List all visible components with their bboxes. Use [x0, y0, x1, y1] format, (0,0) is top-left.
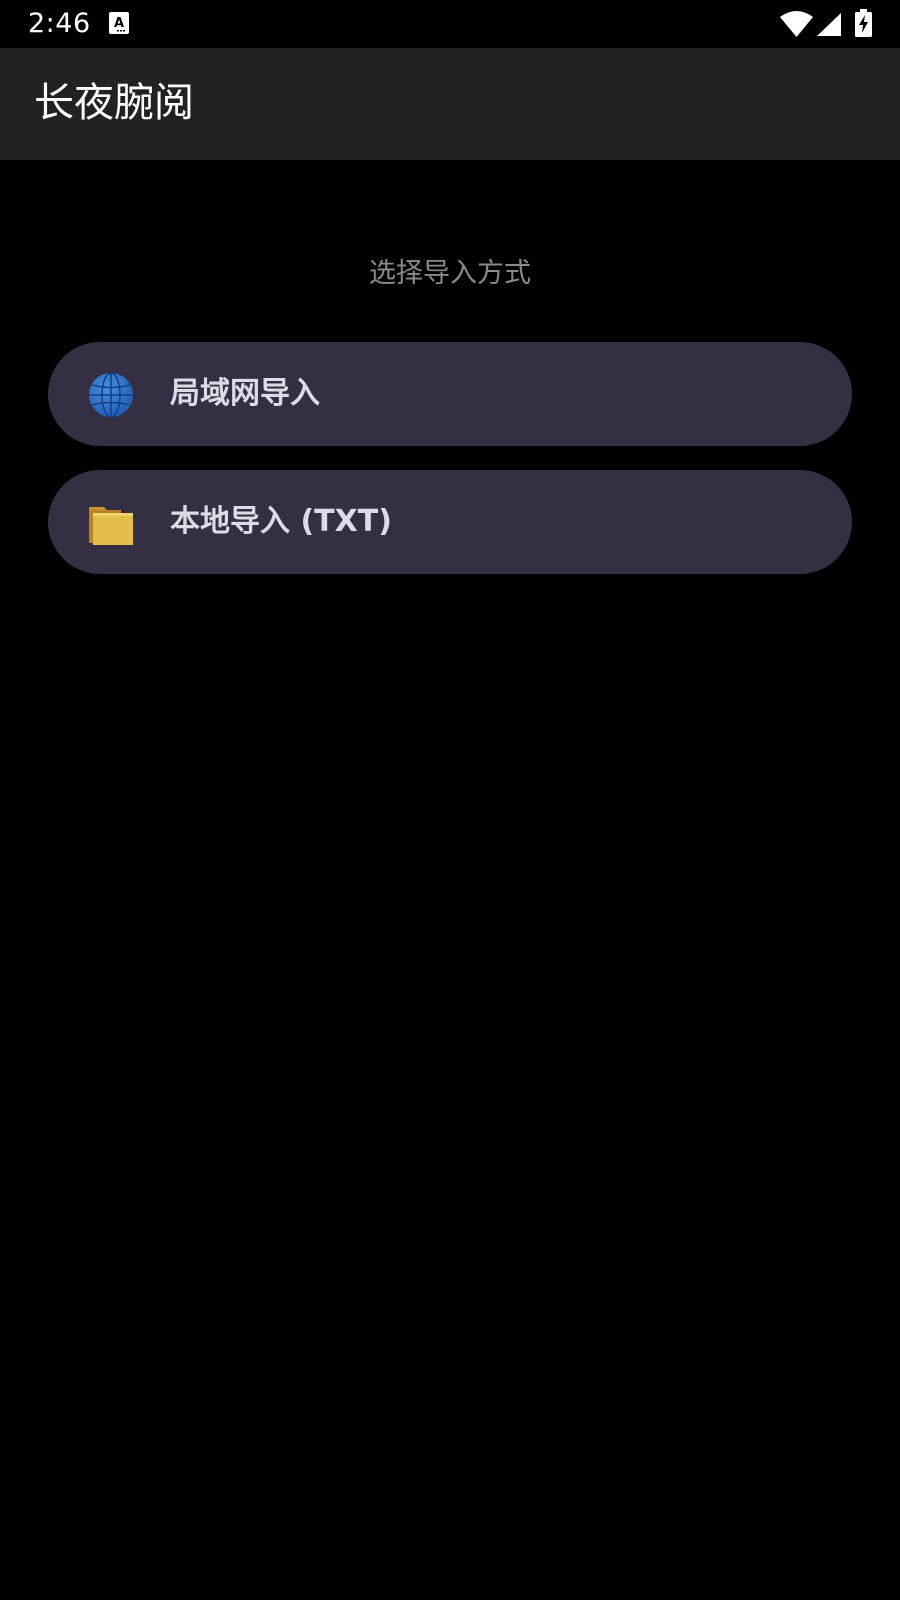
status-time: 2:46: [28, 8, 91, 39]
svg-text:A: A: [114, 16, 124, 31]
app-bar: 长夜腕阅: [0, 48, 900, 160]
import-method-heading: 选择导入方式: [369, 258, 531, 289]
keyboard-a-icon: A: [109, 12, 129, 34]
app-title: 长夜腕阅: [34, 80, 194, 126]
lan-import-label: 局域网导入: [170, 376, 320, 411]
local-txt-import-label: 本地导入 (TXT): [170, 504, 392, 539]
globe-icon: [89, 372, 133, 418]
local-txt-import-button[interactable]: 本地导入 (TXT): [48, 470, 852, 574]
folder-icon: [89, 507, 133, 545]
lan-import-button[interactable]: 局域网导入: [48, 342, 852, 446]
cell-signal-icon: [817, 13, 841, 36]
wifi-icon: [780, 11, 813, 37]
battery-charging-icon: [855, 9, 872, 37]
status-bar: 2:46 A: [0, 0, 900, 48]
